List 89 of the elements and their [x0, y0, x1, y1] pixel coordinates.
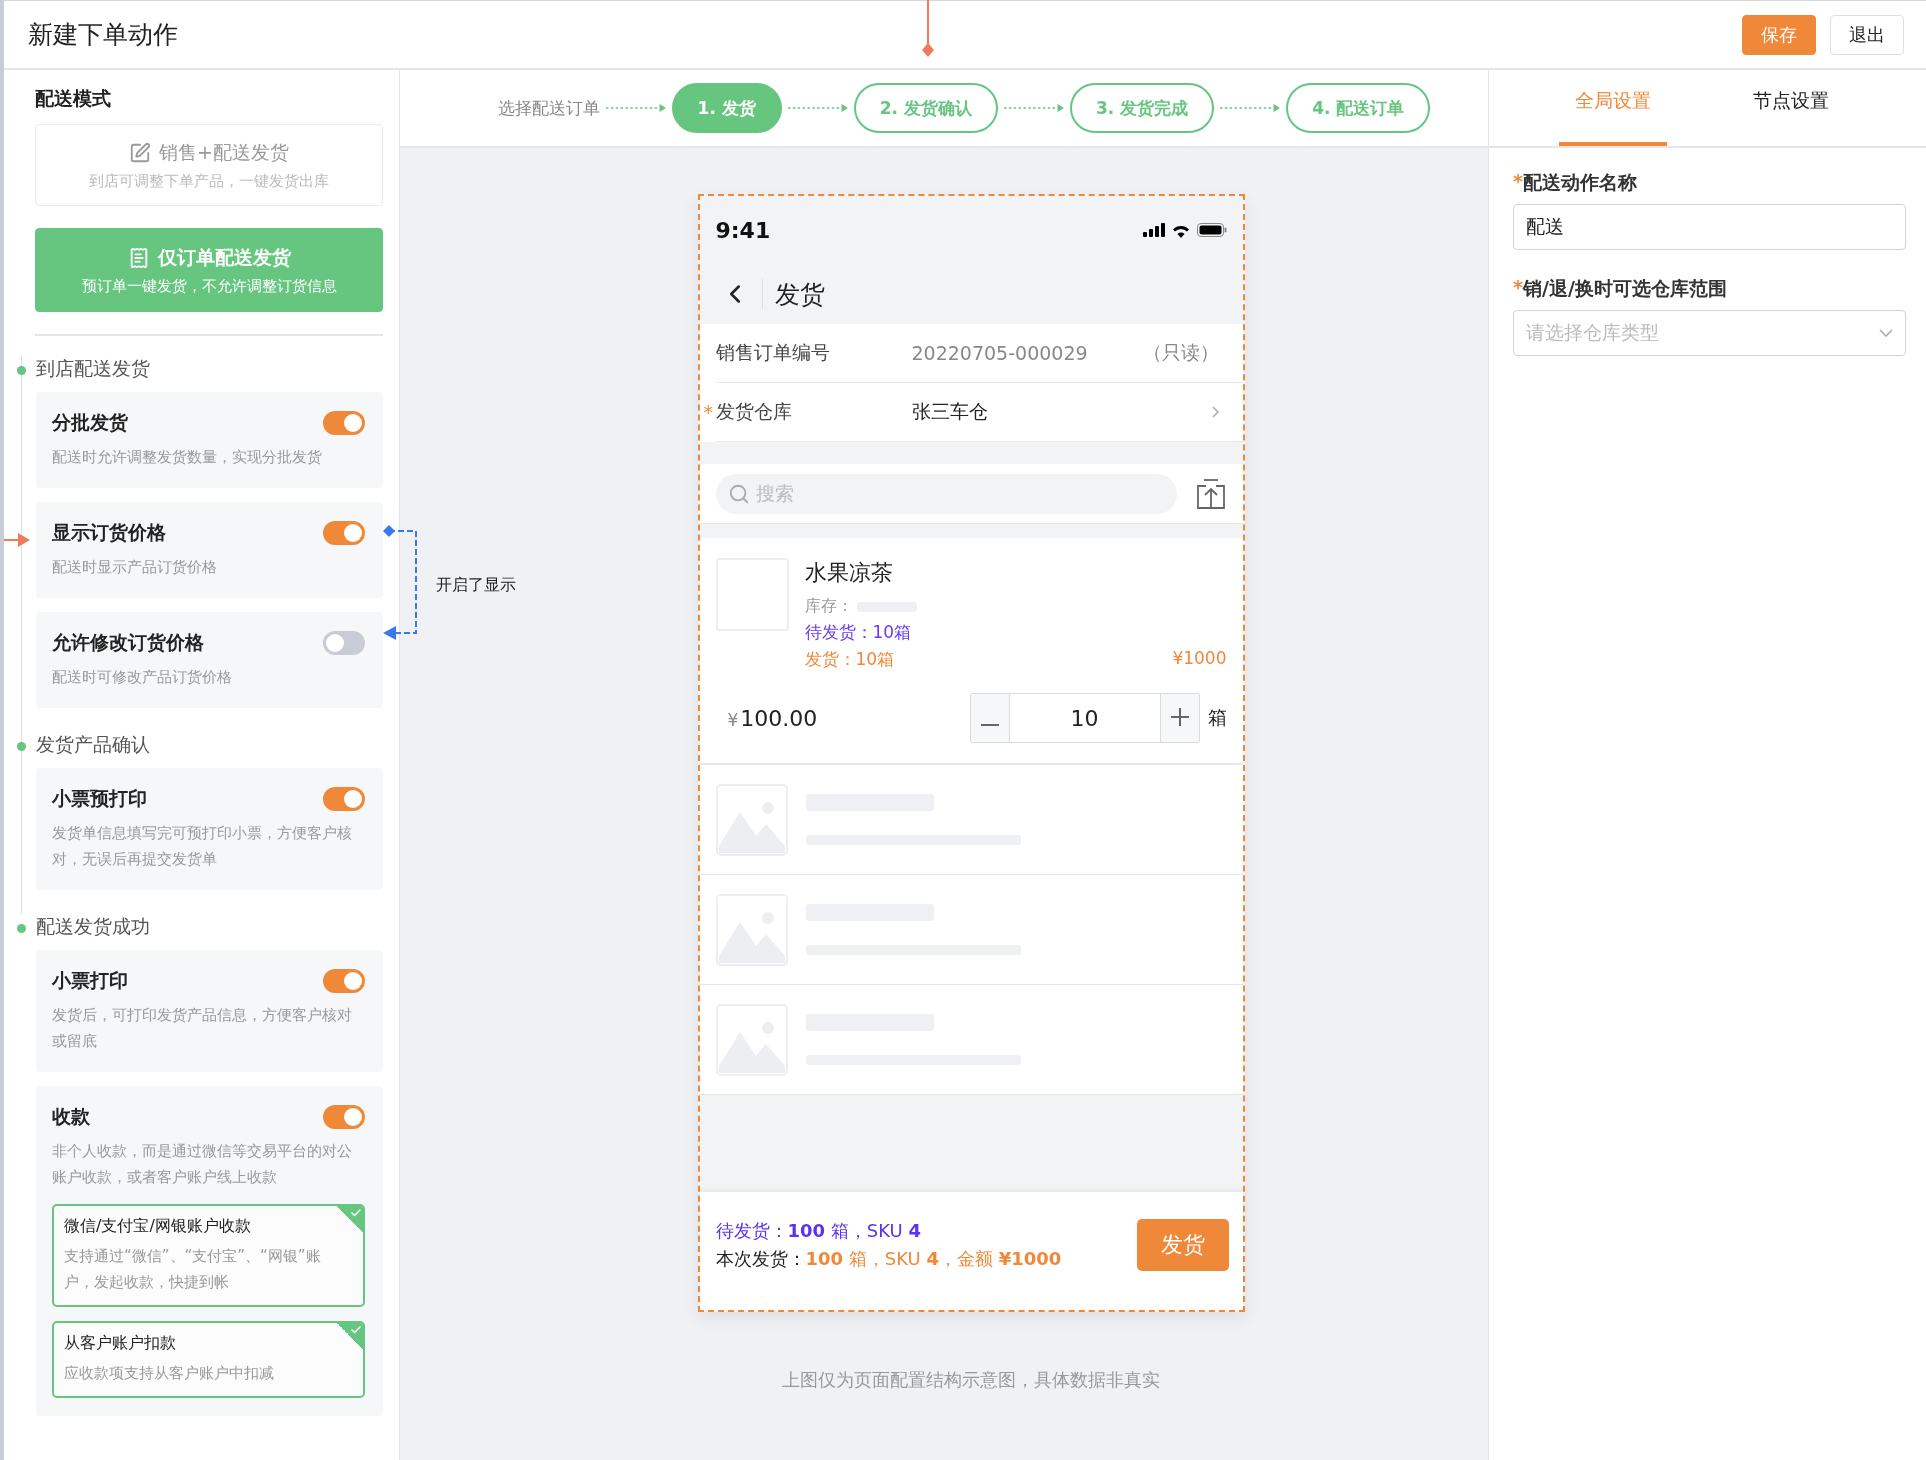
timeline-dot — [17, 366, 26, 375]
ship-button[interactable]: 发货 — [1136, 1219, 1229, 1271]
save-button[interactable]: 保存 — [1742, 14, 1816, 55]
timeline-label: 配送发货成功 — [36, 914, 151, 939]
required-mark: * — [703, 401, 713, 423]
required-mark: * — [1513, 276, 1523, 300]
setting-description: 配送时允许调整发货数量，实现分批发货 — [52, 447, 323, 468]
mode-option[interactable]: 仅订单配送发货 预订单一键发货，不允许调整订货信息 — [35, 228, 383, 312]
mode-description: 到店可调整下单产品，一键发货出库 — [89, 171, 329, 191]
toggle-switch[interactable] — [323, 969, 365, 993]
setting-title: 允许修改订货价格 — [52, 630, 204, 655]
toggle-switch[interactable] — [323, 1105, 365, 1129]
payment-option[interactable]: 微信/支付宝/网银账户收款 支持通过“微信”、“支付宝”、“网银”账户，发起收款，快捷到帐 — [52, 1204, 365, 1307]
setting-title: 小票预打印 — [52, 786, 147, 811]
required-mark: * — [1513, 170, 1523, 194]
pending-quantity: 待发货：10箱 — [804, 621, 913, 644]
toggle-switch[interactable] — [323, 411, 365, 435]
option-title: 微信/支付宝/网银账户收款 — [64, 1216, 252, 1237]
timeline-dot — [17, 924, 26, 933]
settings-tab[interactable]: 全局设置 — [1559, 82, 1667, 146]
setting-description: 配送时可修改产品订货价格 — [52, 667, 233, 688]
setting-title: 分批发货 — [52, 410, 128, 435]
setting-description: 发货后，可打印发货产品信息，方便客户核对或留底 — [52, 1005, 353, 1052]
shipment-summary: 本次发货：100 箱，SKU 4，金额 ¥1000 — [715, 1247, 1062, 1271]
form-label: 发货仓库 — [715, 399, 793, 424]
dotted-arrow-icon — [605, 103, 666, 113]
setting-title: 收款 — [52, 1104, 90, 1129]
dotted-arrow-icon — [1004, 103, 1064, 113]
product-name: 水果凉茶 — [804, 559, 894, 587]
timeline-label: 到店配送发货 — [36, 356, 151, 381]
form-label: 销售订单编号 — [715, 340, 831, 365]
option-title: 从客户账户扣款 — [64, 1333, 177, 1354]
signal-icon — [1142, 223, 1165, 237]
setting-description: 发货单信息填写完可预打印小票，方便客户核对，无误后再提交发货单 — [52, 823, 353, 870]
section-heading: 配送模式 — [35, 86, 112, 111]
page-title: 新建下单动作 — [28, 19, 178, 51]
step-label: 选择配送订单 — [497, 96, 600, 120]
timeline-label: 发货产品确认 — [36, 732, 151, 757]
setting-title: 显示订货价格 — [52, 520, 166, 545]
toggle-switch[interactable] — [323, 631, 365, 655]
select-field[interactable]: 请选择仓库类型 — [1513, 310, 1906, 356]
setting-description: 配送时显示产品订货价格 — [52, 557, 218, 578]
step-pill[interactable]: 2. 发货确认 — [853, 83, 998, 133]
annotation-label: 开启了显示 — [436, 575, 516, 596]
chevron-right-icon — [1211, 406, 1219, 418]
search-field[interactable]: 搜索 — [715, 473, 1177, 514]
line-amount: ¥1000 — [1172, 648, 1227, 670]
step-pill[interactable]: 3. 发货完成 — [1070, 83, 1215, 133]
toggle-switch[interactable] — [323, 521, 365, 545]
status-time: 9:41 — [715, 217, 771, 243]
timeline-dot — [17, 742, 26, 751]
readonly-note: （只读） — [1142, 340, 1219, 365]
battery-icon — [1196, 223, 1227, 237]
input-field[interactable]: 配送 — [1513, 204, 1906, 250]
toggle-switch[interactable] — [323, 787, 365, 811]
shipped-quantity: 发货：10箱 — [804, 648, 895, 671]
screen-title: 发货 — [774, 278, 825, 311]
upload-icon[interactable] — [1196, 478, 1225, 509]
unit-label: 箱 — [1207, 705, 1227, 730]
setting-title: 小票打印 — [52, 968, 128, 993]
chevron-down-icon — [1879, 329, 1893, 337]
setting-description: 非个人收款，而是通过微信等交易平台的对公账户收款，或者客户账户线上收款 — [52, 1141, 353, 1188]
edit-icon — [129, 141, 152, 164]
step-pill[interactable]: 1. 发货 — [671, 83, 782, 133]
mode-option[interactable]: 销售+配送发货 到店可调整下单产品，一键发货出库 — [35, 124, 383, 206]
form-value: 20220705-000029 — [911, 342, 1089, 364]
plus-icon[interactable] — [1160, 694, 1199, 742]
disclaimer-note: 上图仅为页面配置结构示意图，具体数据非真实 — [782, 1368, 1160, 1392]
payment-option[interactable]: 从客户账户扣款 应收款项支持从客户账户中扣减 — [52, 1321, 365, 1398]
mode-title: 仅订单配送发货 — [157, 244, 291, 270]
minus-icon[interactable] — [970, 694, 1009, 742]
pointer-arrow — [4, 531, 30, 549]
option-description: 支持通过“微信”、“支付宝”、“网银”账户，发起收款，快捷到帐 — [64, 1246, 322, 1293]
option-description: 应收款项支持从客户账户中扣减 — [64, 1363, 275, 1384]
pending-summary: 待发货：100 箱，SKU 4 — [715, 1219, 922, 1243]
settings-tab[interactable]: 节点设置 — [1737, 82, 1845, 146]
dotted-arrow-icon — [787, 103, 848, 113]
form-value[interactable]: 张三车仓 — [911, 399, 1212, 425]
step-pill[interactable]: 4. 配送订单 — [1286, 83, 1431, 133]
field-label-text: 配送动作名称 — [1522, 170, 1637, 195]
mode-title: 销售+配送发货 — [159, 139, 289, 165]
unit-price: ¥100.00 — [727, 705, 819, 731]
mode-description: 预订单一键发货，不允许调整订货信息 — [81, 276, 337, 296]
exit-button[interactable]: 退出 — [1830, 14, 1904, 55]
quantity-stepper[interactable]: 10 — [969, 693, 1200, 743]
stock-label: 库存： — [804, 596, 853, 617]
field-label-text: 销/退/换时可选仓库范围 — [1522, 276, 1727, 301]
dotted-arrow-icon — [1220, 103, 1281, 113]
search-icon — [727, 482, 750, 505]
